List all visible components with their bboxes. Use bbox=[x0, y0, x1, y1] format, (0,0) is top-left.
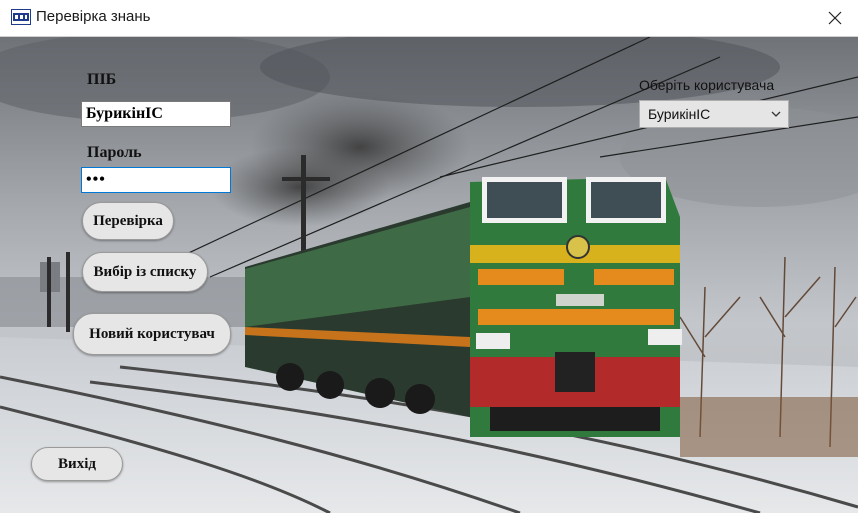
title-bar: Перевірка знань bbox=[0, 0, 858, 37]
user-select-value: БурикінІС bbox=[648, 106, 711, 122]
choose-from-list-button[interactable]: Вибір із списку bbox=[82, 252, 208, 292]
password-field[interactable]: ••• bbox=[81, 167, 231, 193]
check-button[interactable]: Перевірка bbox=[82, 202, 174, 240]
app-logo-icon bbox=[11, 9, 31, 25]
choose-user-label: Оберіть користувача bbox=[639, 77, 775, 93]
chevron-down-icon bbox=[771, 111, 781, 117]
close-icon bbox=[828, 11, 842, 25]
name-field[interactable]: БурикінІС bbox=[81, 101, 231, 127]
password-label: Пароль bbox=[87, 144, 142, 161]
close-button[interactable] bbox=[812, 0, 858, 36]
new-user-button[interactable]: Новий користувач bbox=[73, 313, 231, 355]
window-title: Перевірка знань bbox=[36, 8, 151, 25]
user-select[interactable]: БурикінІС bbox=[639, 100, 789, 128]
exit-button[interactable]: Вихід bbox=[31, 447, 123, 481]
main-form: ПІБ БурикінІС Пароль ••• Перевірка Вибір… bbox=[0, 37, 858, 513]
name-label: ПІБ bbox=[87, 71, 117, 88]
